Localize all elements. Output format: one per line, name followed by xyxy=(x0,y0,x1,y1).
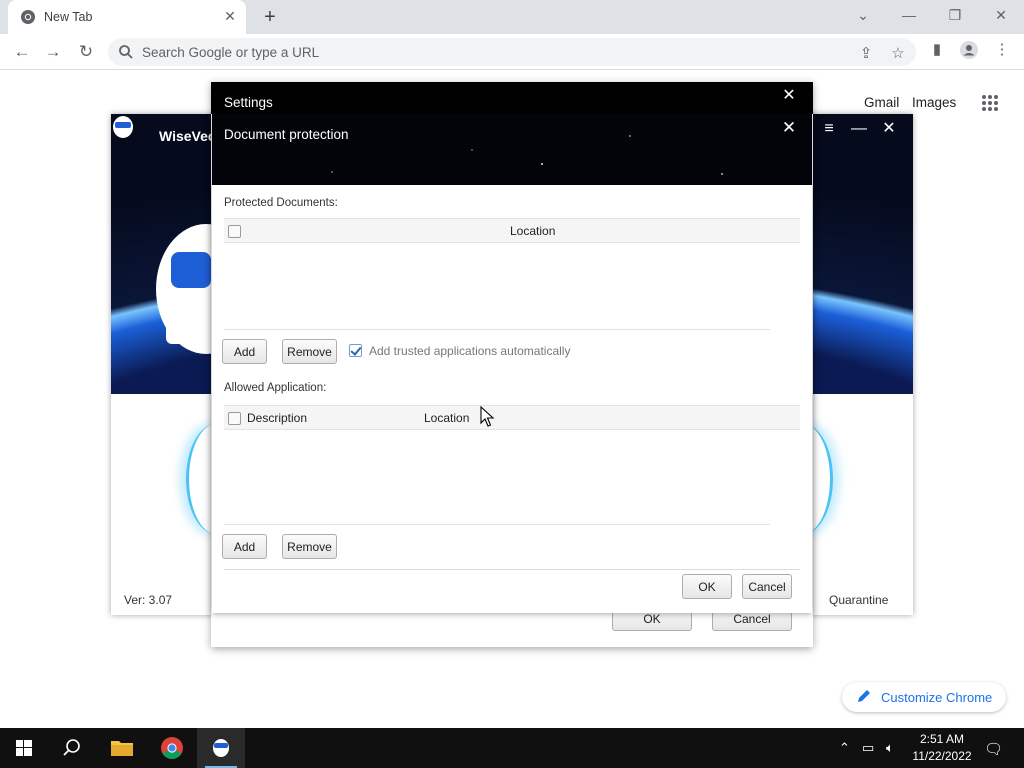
quarantine-link[interactable]: Quarantine xyxy=(829,593,888,607)
reload-icon[interactable]: ↻ xyxy=(75,41,97,63)
restore-icon[interactable]: ❐ xyxy=(943,5,967,25)
document-protection-header: Document protection ✕ xyxy=(212,114,812,185)
allowed-remove-button[interactable]: Remove xyxy=(282,534,337,559)
chrome-favicon-icon xyxy=(21,10,35,24)
search-icon xyxy=(63,739,80,756)
auto-trust-checkbox[interactable] xyxy=(349,344,362,357)
close-window-icon[interactable]: ✕ xyxy=(989,5,1013,25)
omnibox[interactable]: Search Google or type a URL ⇪ ☆ xyxy=(108,38,916,66)
protected-grid-bottom xyxy=(224,329,770,330)
tab-new-tab[interactable]: New Tab ✕ xyxy=(8,0,246,34)
document-protection-dialog: Document protection ✕ Protected Document… xyxy=(212,114,812,613)
auto-trust-label: Add trusted applications automatically xyxy=(369,344,571,358)
customize-chrome-button[interactable]: Customize Chrome xyxy=(842,682,1006,712)
document-protection-title: Document protection xyxy=(224,127,349,142)
profile-avatar-icon[interactable] xyxy=(960,41,978,59)
tab-close-icon[interactable]: ✕ xyxy=(222,8,238,24)
footer-separator xyxy=(224,569,800,570)
allowed-description-column[interactable]: Description xyxy=(247,411,307,425)
file-explorer-button[interactable] xyxy=(98,728,146,768)
allowed-select-all-checkbox[interactable] xyxy=(228,412,241,425)
wisevector-title: WiseVec xyxy=(159,128,216,144)
allowed-add-button[interactable]: Add xyxy=(222,534,267,559)
bookmark-star-icon[interactable]: ☆ xyxy=(889,45,907,63)
version-label: Ver: 3.07 xyxy=(124,593,173,607)
settings-close-icon[interactable]: ✕ xyxy=(779,86,799,106)
allowed-location-column[interactable]: Location xyxy=(424,411,469,425)
images-link[interactable]: Images xyxy=(912,95,956,110)
wv-menu-icon[interactable]: ≡ xyxy=(818,118,840,140)
google-apps-icon[interactable] xyxy=(981,94,999,112)
chrome-tab-strip: New Tab ✕ + ⌄ — ❐ ✕ xyxy=(0,0,1024,34)
protected-documents-grid[interactable]: Location xyxy=(224,218,800,330)
windows-taskbar: ⌃ ▭ 🔈︎ 2:51 AM 11/22/2022 🗨︎ xyxy=(0,728,1024,768)
protected-location-column[interactable]: Location xyxy=(510,224,555,238)
taskbar-search-button[interactable] xyxy=(48,728,96,768)
search-icon xyxy=(119,45,133,59)
folder-icon xyxy=(111,741,133,756)
gmail-link[interactable]: Gmail xyxy=(864,95,899,110)
allowed-grid-header: Description Location xyxy=(224,406,800,430)
clock-date: 11/22/2022 xyxy=(912,749,972,763)
minimize-icon[interactable]: — xyxy=(897,5,921,25)
back-icon[interactable]: ← xyxy=(11,41,33,63)
protected-grid-header: Location xyxy=(224,219,800,243)
tab-search-icon[interactable]: ⌄ xyxy=(851,5,875,25)
allowed-applications-grid[interactable]: Description Location xyxy=(224,405,800,525)
wisevector-logo-icon xyxy=(113,116,133,138)
start-button[interactable] xyxy=(0,728,48,768)
starfield xyxy=(212,114,812,185)
omnibox-placeholder: Search Google or type a URL xyxy=(142,45,320,60)
notifications-icon[interactable]: 🗨︎ xyxy=(984,740,1003,758)
volume-icon[interactable]: 🔈︎ xyxy=(886,740,894,756)
forward-icon[interactable]: → xyxy=(42,41,64,63)
customize-chrome-label: Customize Chrome xyxy=(881,690,993,705)
network-icon[interactable]: ▭ xyxy=(862,740,874,756)
mouse-cursor-icon xyxy=(480,406,494,427)
wv-minimize-icon[interactable]: — xyxy=(848,118,870,140)
settings-title: Settings xyxy=(224,95,273,110)
protected-remove-button[interactable]: Remove xyxy=(282,339,337,364)
allowed-grid-bottom xyxy=(224,524,770,525)
clock-time: 2:51 AM xyxy=(919,732,965,746)
document-protection-close-icon[interactable]: ✕ xyxy=(778,117,800,139)
windows-logo-icon xyxy=(16,740,32,756)
share-icon[interactable]: ⇪ xyxy=(857,45,875,63)
menu-kebab-icon[interactable]: ⋮ xyxy=(993,41,1011,59)
chrome-toolbar: ← → ↻ Search Google or type a URL ⇪ ☆ ▮ … xyxy=(0,34,1024,70)
protected-select-all-checkbox[interactable] xyxy=(228,225,241,238)
wv-close-icon[interactable]: ✕ xyxy=(878,118,900,140)
show-hidden-icons[interactable]: ⌃ xyxy=(839,740,850,756)
wisevector-taskbar-button[interactable] xyxy=(197,728,245,768)
document-protection-cancel-button[interactable]: Cancel xyxy=(742,574,792,599)
taskbar-clock[interactable]: 2:51 AM 11/22/2022 xyxy=(906,731,978,765)
wisevector-robot-icon xyxy=(213,739,229,757)
settings-header: Settings ✕ xyxy=(211,82,813,114)
protected-documents-label: Protected Documents: xyxy=(224,197,338,209)
chrome-icon xyxy=(161,737,183,759)
pencil-icon xyxy=(858,690,870,702)
protected-add-button[interactable]: Add xyxy=(222,339,267,364)
chrome-taskbar-button[interactable] xyxy=(148,728,196,768)
tab-title: New Tab xyxy=(44,10,93,24)
document-protection-ok-button[interactable]: OK xyxy=(682,574,732,599)
side-panel-icon[interactable]: ▮ xyxy=(928,41,946,59)
allowed-application-label: Allowed Application: xyxy=(224,382,327,394)
new-tab-button[interactable]: + xyxy=(259,6,281,28)
